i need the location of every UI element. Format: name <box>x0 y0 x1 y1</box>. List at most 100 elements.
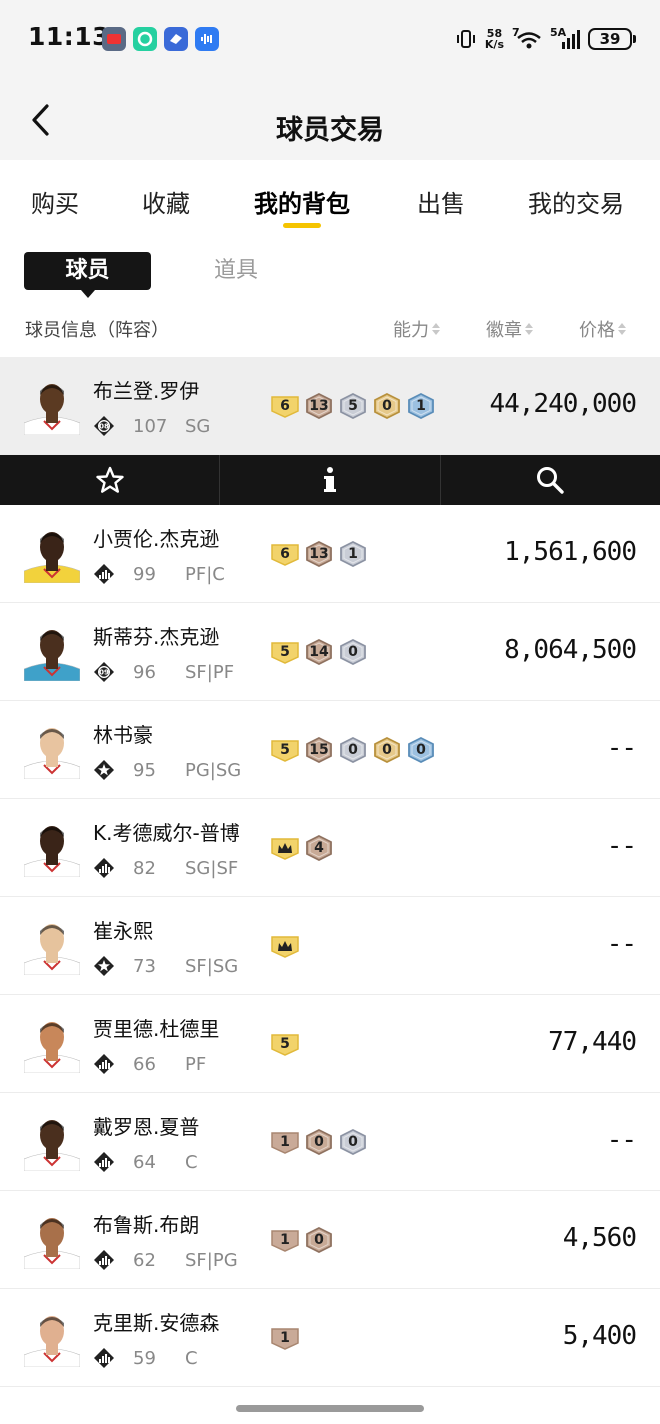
subtab-players[interactable]: 球员 <box>24 252 151 298</box>
player-row[interactable]: 崔永熙 73 SF|SG -- <box>0 897 660 995</box>
tab-buy[interactable]: 购买 <box>31 160 79 219</box>
tab-label: 出售 <box>417 190 465 218</box>
sort-price-label: 价格 <box>579 320 615 341</box>
player-list: 布兰登.罗伊 08 107 SG 6 13 5 0 1 44,240,000 小贾伦.杰克逊 99 PF… <box>0 357 660 1387</box>
badge-count: 13 <box>309 546 329 562</box>
tab-favorites[interactable]: 收藏 <box>142 160 190 219</box>
badge-silver: 0 <box>338 737 368 763</box>
player-name: 崔永熙 <box>93 919 153 943</box>
badge-gold: 0 <box>372 737 402 763</box>
tab-label: 收藏 <box>142 190 190 218</box>
status-time: 11:13 <box>28 22 111 51</box>
circle-app-icon <box>133 27 157 51</box>
player-avatar <box>24 1211 80 1269</box>
player-name: 戴罗恩.夏普 <box>93 1115 200 1139</box>
sort-badges[interactable]: 徽章 <box>486 316 533 342</box>
badge-bronze-flat: 1 <box>270 1129 300 1155</box>
tab-label: 我的背包 <box>254 190 350 218</box>
subtab-items[interactable]: 道具 <box>214 252 258 290</box>
star-icon <box>95 466 124 493</box>
player-row[interactable]: 林书豪 95 PG|SG 5 15 0 0 0 -- <box>0 701 660 799</box>
player-row[interactable]: 贾里德.杜德里 66 PF 5 77,440 <box>0 995 660 1093</box>
badge-count: 0 <box>314 1134 324 1150</box>
player-name: 克里斯.安德森 <box>93 1311 220 1335</box>
badge-silver: 0 <box>338 639 368 665</box>
player-avatar <box>24 1309 80 1367</box>
net-speed: 58 K/s <box>485 28 504 50</box>
player-position: PF|C <box>185 563 225 585</box>
active-tab-indicator <box>283 223 321 228</box>
badge-silver: 5 <box>338 393 368 419</box>
main-tabs: 购买 收藏 我的背包 出售 我的交易 <box>0 160 660 238</box>
player-rating: 59 <box>133 1347 156 1369</box>
badge-count: 5 <box>280 742 290 758</box>
player-row[interactable]: 斯蒂芬.杰克逊 09 96 SF|PF 5 14 0 8,064,500 <box>0 603 660 701</box>
wifi-label: 7 <box>512 26 520 39</box>
player-rating: 96 <box>133 661 156 683</box>
notification-icons <box>102 27 219 51</box>
tier-icon <box>93 1249 115 1271</box>
column-player-info: 球员信息（阵容） <box>25 320 169 341</box>
player-row[interactable]: 布鲁斯.布朗 62 SF|PG 1 0 4,560 <box>0 1191 660 1289</box>
tier-icon <box>93 1053 115 1075</box>
player-name: 小贾伦.杰克逊 <box>93 527 220 551</box>
badge-gold: 0 <box>372 393 402 419</box>
player-row[interactable]: 克里斯.安德森 59 C 1 5,400 <box>0 1289 660 1387</box>
badge-bronze: 14 <box>304 639 334 665</box>
info-icon <box>323 467 336 492</box>
player-avatar <box>24 917 80 975</box>
home-indicator[interactable] <box>236 1405 424 1412</box>
net-speed-unit: K/s <box>484 38 504 51</box>
badge-gold-flat: 5 <box>270 639 300 665</box>
row-action-bar <box>0 455 660 505</box>
badge-count: 0 <box>348 644 358 660</box>
player-position: PF <box>185 1053 207 1075</box>
badge-count: 5 <box>280 1036 290 1052</box>
player-rating: 107 <box>133 415 168 437</box>
player-row[interactable]: 小贾伦.杰克逊 99 PF|C 6 13 1 1,561,600 <box>0 505 660 603</box>
player-price: 1,561,600 <box>504 537 637 567</box>
tier-icon: 09 <box>93 661 115 683</box>
status-bar: 11:13 58 K/s 7 5A 39 <box>0 0 660 80</box>
badge-count: 6 <box>280 546 290 562</box>
svg-text:09: 09 <box>99 669 109 677</box>
tier-icon: 08 <box>93 415 115 437</box>
badge-bronze-flat: 1 <box>270 1227 300 1253</box>
sort-arrows-icon <box>432 323 440 335</box>
sort-ability[interactable]: 能力 <box>393 316 440 342</box>
signal-icon: 5A <box>550 26 580 50</box>
badge-list <box>270 933 300 959</box>
tab-my-trades[interactable]: 我的交易 <box>528 160 624 219</box>
voice-app-icon <box>195 27 219 51</box>
search-button[interactable] <box>441 455 660 505</box>
signal-label: 5A <box>550 26 567 39</box>
sort-price[interactable]: 价格 <box>579 316 626 342</box>
badge-count: 1 <box>280 1134 290 1150</box>
tier-icon <box>93 759 115 781</box>
player-row[interactable]: 布兰登.罗伊 08 107 SG 6 13 5 0 1 44,240,000 <box>0 357 660 455</box>
tab-my-backpack[interactable]: 我的背包 <box>254 160 350 228</box>
player-name: K.考德威尔-普博 <box>93 821 240 845</box>
player-avatar <box>24 1113 80 1171</box>
info-button[interactable] <box>220 455 441 505</box>
player-row[interactable]: K.考德威尔-普博 82 SG|SF 4 -- <box>0 799 660 897</box>
badge-list: 1 <box>270 1325 300 1351</box>
player-row[interactable]: 戴罗恩.夏普 64 C 1 0 0 -- <box>0 1093 660 1191</box>
app-header: 球员交易 <box>0 80 660 160</box>
badge-count: 0 <box>382 398 392 414</box>
player-position: C <box>185 1347 198 1369</box>
favorite-button[interactable] <box>0 455 221 505</box>
tab-sell[interactable]: 出售 <box>417 160 465 219</box>
sub-tabs: 球员 道具 <box>0 244 660 302</box>
badge-count: 0 <box>348 1134 358 1150</box>
badge-bronze: 0 <box>304 1227 334 1253</box>
badge-count: 5 <box>348 398 358 414</box>
player-price: 77,440 <box>548 1027 637 1057</box>
player-name: 斯蒂芬.杰克逊 <box>93 625 220 649</box>
player-price: 44,240,000 <box>489 389 637 419</box>
badge-bronze: 13 <box>304 541 334 567</box>
player-rating: 99 <box>133 563 156 585</box>
badge-gold-flat: 5 <box>270 737 300 763</box>
tier-icon <box>93 1151 115 1173</box>
badge-count: 0 <box>314 1232 324 1248</box>
